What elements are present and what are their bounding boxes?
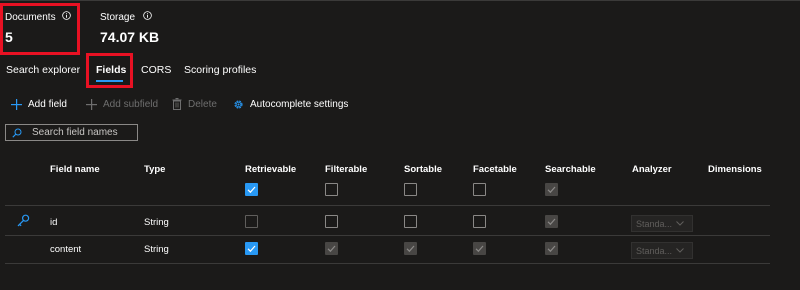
- tab-search-explorer[interactable]: Search explorer: [6, 64, 80, 76]
- analyzer-dropdown[interactable]: Standa...: [631, 242, 693, 259]
- trash-icon: [172, 98, 182, 110]
- retrievable-checkbox[interactable]: [245, 242, 258, 255]
- column-header-field-name[interactable]: Field name: [50, 164, 100, 175]
- facetable-checkbox[interactable]: [473, 215, 486, 228]
- column-header-type[interactable]: Type: [144, 164, 165, 175]
- documents-label: Documents: [5, 12, 56, 23]
- tab-fields[interactable]: Fields: [96, 64, 126, 76]
- column-header-dimensions[interactable]: Dimensions: [708, 164, 762, 175]
- tab-fields-underline: [96, 80, 123, 82]
- searchable-checkbox[interactable]: [545, 215, 558, 228]
- storage-label: Storage: [100, 12, 136, 23]
- header-divider: [5, 205, 770, 206]
- retrievable-checkbox[interactable]: [245, 215, 258, 228]
- type-cell: String: [144, 217, 169, 228]
- column-header-searchable[interactable]: Searchable: [545, 164, 596, 175]
- checkmark-icon: [247, 186, 256, 194]
- info-icon[interactable]: [62, 11, 71, 20]
- analyzer-value: Standa...: [636, 245, 673, 256]
- searchable-checkbox[interactable]: [545, 242, 558, 255]
- gear-icon: [234, 100, 243, 109]
- column-header-sortable[interactable]: Sortable: [404, 164, 442, 175]
- checkmark-icon: [327, 245, 336, 253]
- search-icon: [12, 128, 22, 138]
- field-name-cell[interactable]: id: [50, 217, 57, 228]
- column-header-retrievable[interactable]: Retrievable: [245, 164, 296, 175]
- chevron-down-icon: [676, 248, 684, 253]
- analyzer-dropdown[interactable]: Standa...: [631, 215, 693, 232]
- analyzer-value: Standa...: [636, 218, 673, 229]
- filterable-select-all-checkbox[interactable]: [325, 183, 338, 196]
- delete-label: Delete: [188, 98, 217, 110]
- checkmark-icon: [247, 245, 256, 253]
- sortable-select-all-checkbox[interactable]: [404, 183, 417, 196]
- checkmark-icon: [547, 218, 556, 226]
- delete-button[interactable]: Delete: [172, 98, 217, 110]
- column-header-analyzer[interactable]: Analyzer: [632, 164, 672, 175]
- plus-icon: [86, 99, 97, 110]
- column-header-filterable[interactable]: Filterable: [325, 164, 367, 175]
- searchable-select-all-checkbox[interactable]: [545, 183, 558, 196]
- documents-value: 5: [5, 29, 13, 45]
- add-field-label: Add field: [28, 99, 67, 110]
- key-icon: [17, 214, 30, 227]
- add-field-button[interactable]: Add field: [11, 99, 67, 110]
- checkmark-icon: [406, 245, 415, 253]
- storage-value: 74.07 KB: [100, 29, 160, 45]
- filterable-checkbox[interactable]: [325, 215, 338, 228]
- search-field-names[interactable]: [5, 124, 138, 141]
- checkmark-icon: [547, 245, 556, 253]
- column-header-facetable[interactable]: Facetable: [473, 164, 517, 175]
- info-icon[interactable]: [143, 11, 152, 20]
- type-cell: String: [144, 244, 169, 255]
- add-subfield-button[interactable]: Add subfield: [86, 99, 158, 110]
- row-divider: [5, 235, 770, 236]
- field-name-cell[interactable]: content: [50, 244, 81, 255]
- plus-icon: [11, 99, 22, 110]
- sortable-checkbox[interactable]: [404, 215, 417, 228]
- checkmark-icon: [547, 186, 556, 194]
- autocomplete-settings-button[interactable]: Autocomplete settings: [233, 99, 348, 110]
- autocomplete-settings-label: Autocomplete settings: [250, 99, 349, 110]
- checkmark-icon: [475, 245, 484, 253]
- facetable-select-all-checkbox[interactable]: [473, 183, 486, 196]
- facetable-checkbox[interactable]: [473, 242, 486, 255]
- retrievable-select-all-checkbox[interactable]: [245, 183, 258, 196]
- search-input[interactable]: [32, 127, 132, 138]
- row-divider: [5, 263, 770, 264]
- chevron-down-icon: [676, 221, 684, 226]
- add-subfield-label: Add subfield: [103, 99, 159, 110]
- filterable-checkbox[interactable]: [325, 242, 338, 255]
- top-divider: [0, 0, 800, 1]
- tab-scoring-profiles[interactable]: Scoring profiles: [184, 64, 256, 76]
- tab-cors[interactable]: CORS: [141, 64, 171, 76]
- sortable-checkbox[interactable]: [404, 242, 417, 255]
